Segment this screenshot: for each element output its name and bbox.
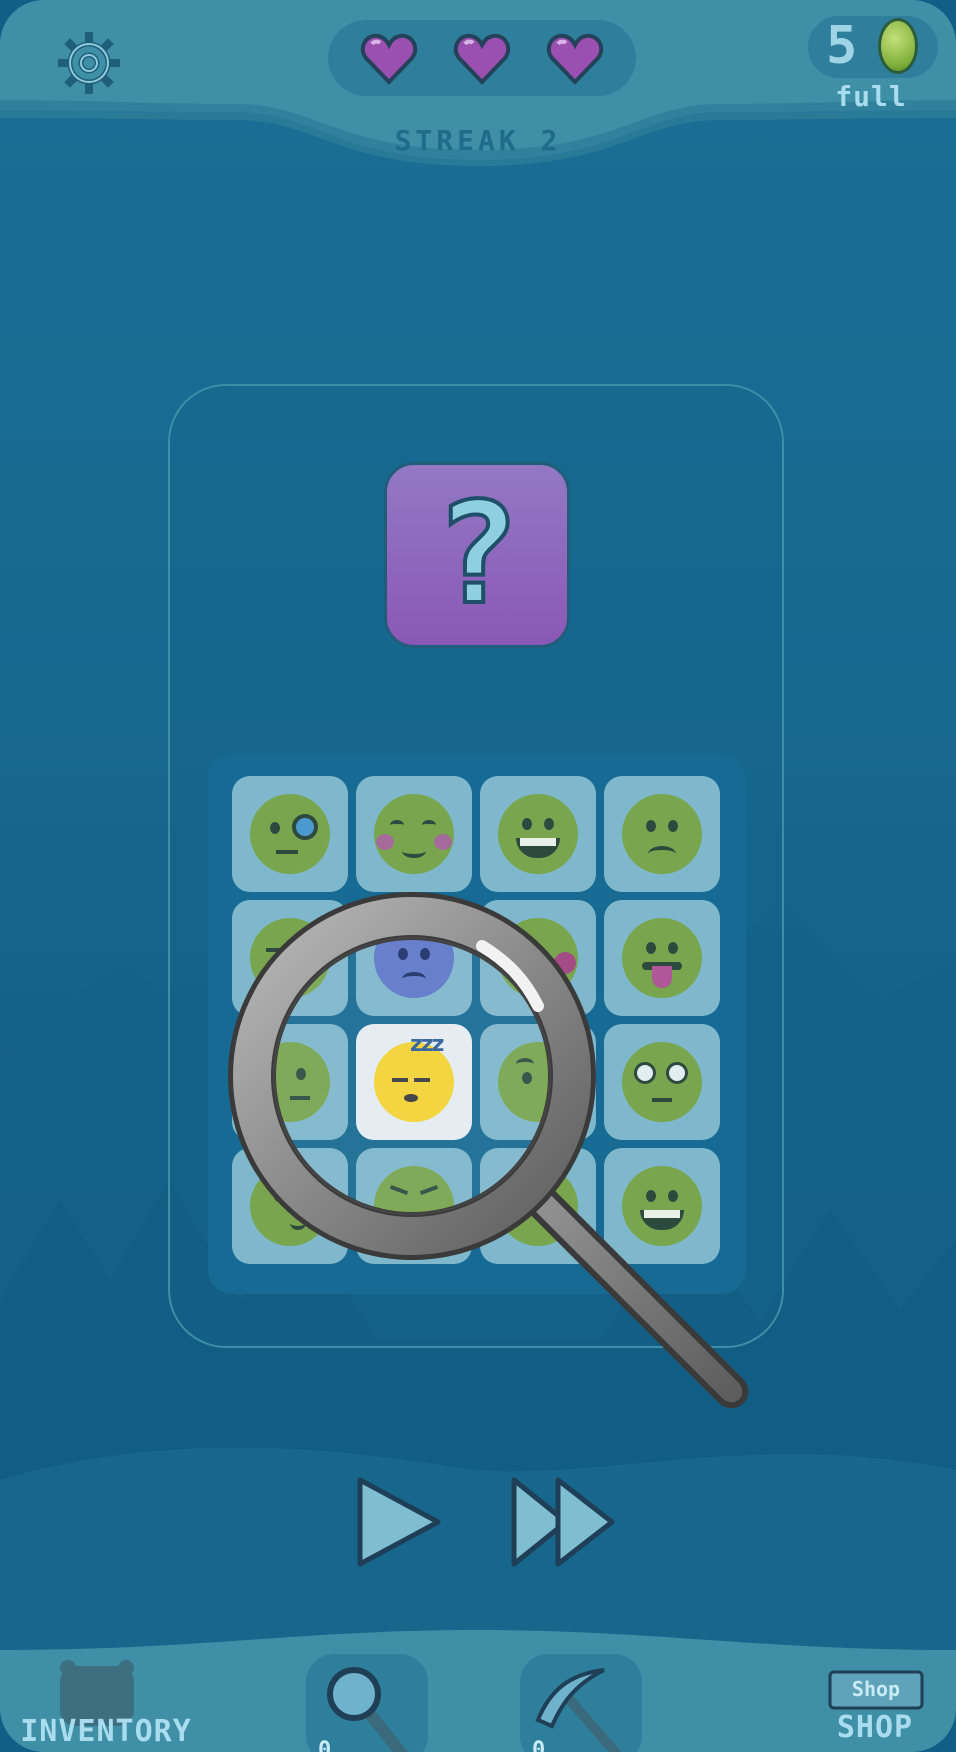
magnifying-glass-icon [228,892,749,1409]
emoji-cell-monocle-face[interactable] [232,776,348,892]
game-screen: 5 full STREAK 2 ? INVENTORY 0 0 Shop SHO… [0,0,956,1752]
play-button[interactable] [354,1474,444,1570]
magnifier-tool-button[interactable]: 0 [306,1654,428,1752]
heart-icon [546,33,604,85]
frowning-face-icon [622,794,702,874]
heart-icon [453,33,511,85]
grinning-face-icon [498,794,578,874]
blushing-face-icon [374,794,454,874]
emoji-cell-frowning-face[interactable] [604,776,720,892]
pickaxe-tool-button[interactable]: 0 [520,1654,642,1752]
question-mark: ? [433,471,521,638]
streak-counter: STREAK 2 [394,124,562,157]
fast-forward-button[interactable] [508,1474,618,1570]
monocle-face-icon [250,794,330,874]
lives-display [328,20,636,96]
coin-icon [878,18,918,74]
inventory-button-label[interactable]: INVENTORY [14,1714,198,1752]
emoji-cell-blushing-face[interactable] [356,776,472,892]
settings-gear-icon[interactable] [56,30,122,96]
pickaxe-tool-count: 0 [532,1738,546,1752]
emoji-cell-grinning-face[interactable] [480,776,596,892]
coin-count: 5 [826,16,858,76]
magnifier-tool-count: 0 [318,1738,332,1752]
heart-icon [360,33,418,85]
coin-status-label: full [835,80,907,113]
shop-button-label[interactable]: SHOP [820,1710,930,1748]
shop-sign: Shop [851,1677,901,1701]
